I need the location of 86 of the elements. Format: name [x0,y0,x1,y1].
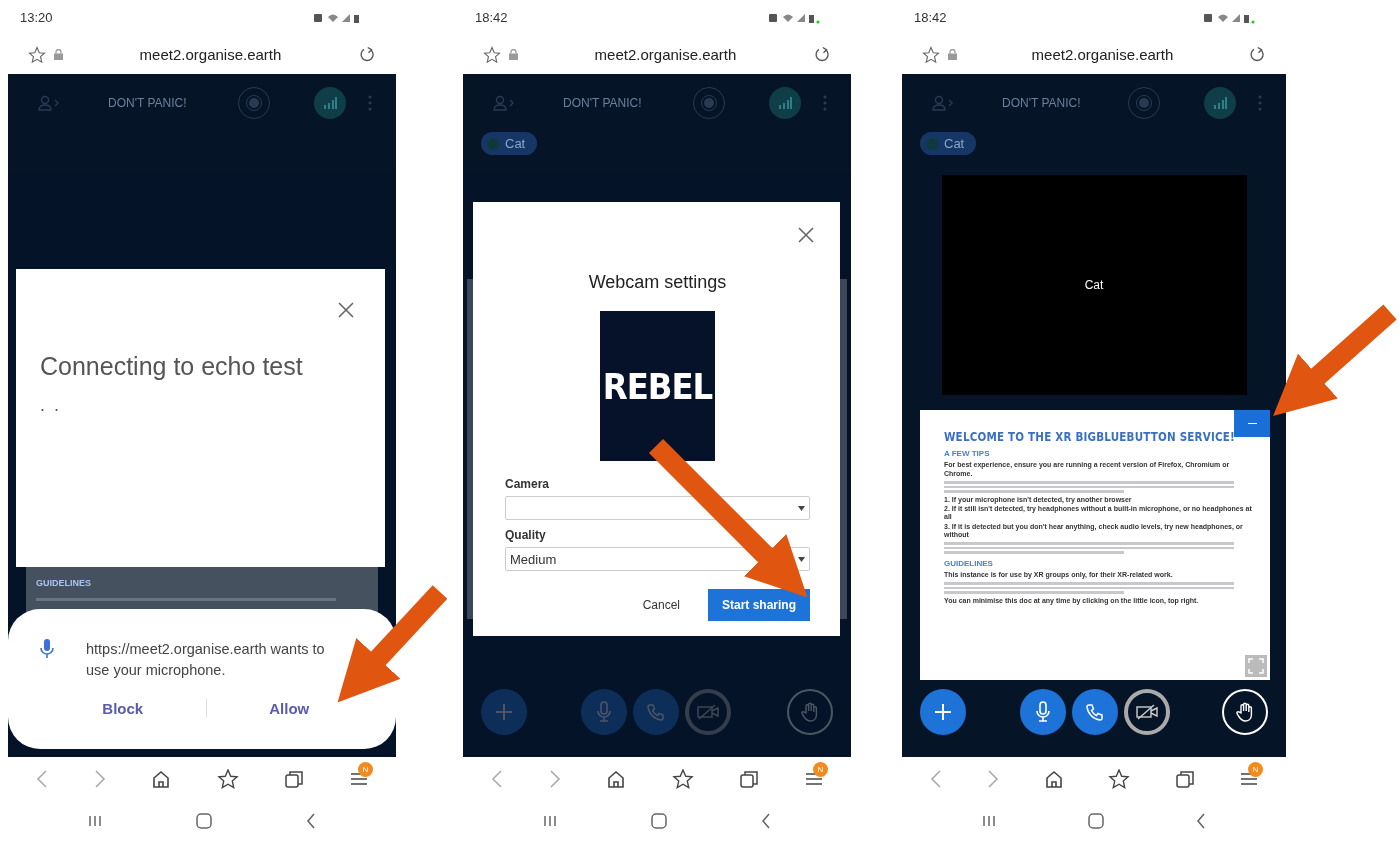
quality-select[interactable]: Medium [505,547,810,572]
status-time: 13:20 [20,10,53,26]
plus-icon [933,701,953,722]
phone-icon [1086,702,1104,721]
mic-button[interactable] [1020,688,1066,735]
connection-button[interactable] [314,87,346,120]
home-button-icon[interactable] [196,813,212,830]
doc-heading: GUIDELINES [36,578,91,589]
logo-text: REBEL [602,365,713,407]
tabs-icon[interactable] [284,769,305,790]
bookmark-star-icon[interactable] [671,769,694,790]
start-sharing-button[interactable]: Start sharing [708,589,810,622]
camera-off-icon [1136,703,1158,720]
camera-select[interactable] [505,496,810,521]
star-icon[interactable] [922,45,940,64]
notification-badge: N [1248,762,1263,778]
status-time: 18:42 [914,10,947,26]
notification-badge: N [357,762,373,778]
menu-icon[interactable] [804,772,823,787]
tabs-icon[interactable] [1175,769,1196,790]
url-text[interactable]: meet2.organise.earth [71,46,350,64]
phone-button[interactable] [1072,688,1118,735]
minimize-button[interactable] [1234,410,1270,438]
cancel-button[interactable]: Cancel [636,597,686,614]
doc-heading: A FEW TIPS [944,449,991,459]
microphone-icon [40,639,54,660]
reload-icon[interactable] [358,45,376,64]
lock-icon [948,49,957,61]
user-chip[interactable]: Cat [920,132,977,156]
participant-name: Cat [1084,278,1104,293]
home-icon[interactable] [151,769,172,790]
home-button-icon[interactable] [1088,813,1104,830]
tabs-icon[interactable] [739,769,760,790]
hand-icon [1236,701,1254,722]
dialog-title: Webcam settings [587,272,728,294]
recent-apps-icon[interactable] [982,815,996,828]
back-icon[interactable] [761,813,771,830]
reload-icon[interactable] [1248,45,1266,64]
status-icons [1204,11,1256,24]
close-icon[interactable] [338,302,354,319]
status-icons [769,11,821,24]
modal-title: Connecting to echo test [40,352,304,382]
doc-heading: GUIDELINES [944,558,994,568]
signal-icon [1213,97,1227,110]
signal-icon [778,97,792,110]
hand-button[interactable] [1222,688,1268,735]
back-icon[interactable] [1196,813,1206,830]
menu-icon[interactable] [1240,772,1258,787]
signal-icon [323,97,337,110]
meeting-title: DON'T PANIC! [563,96,643,111]
prompt-button[interactable]: Block [40,695,206,721]
loading-dots: . . [40,395,62,417]
lock-icon [509,49,518,61]
prompt-message: https://meet2.organise.earth wants to use your microphone. [86,640,326,680]
connection-button[interactable] [1204,87,1236,120]
home-icon[interactable] [606,769,627,790]
field-label: Camera [505,477,551,492]
plus-button[interactable] [920,688,966,735]
home-button-icon[interactable] [651,813,667,830]
field-label: Quality [505,528,547,543]
meeting-title: DON'T PANIC! [1002,96,1082,111]
star-icon[interactable] [28,45,46,64]
recent-apps-icon[interactable] [543,815,557,828]
bookmark-star-icon[interactable] [1108,769,1131,790]
camera-button[interactable] [1124,688,1170,735]
notification-badge: N [812,762,828,778]
url-text[interactable]: meet2.organise.earth [965,46,1240,64]
star-icon[interactable] [483,45,501,64]
recent-apps-icon[interactable] [88,815,102,828]
meeting-title: DON'T PANIC! [108,96,188,111]
status-time: 18:42 [475,10,508,26]
back-icon[interactable] [306,813,316,830]
caret-icon [798,556,805,562]
prompt-button[interactable]: Allow [206,695,372,721]
menu-icon[interactable] [349,772,368,787]
bookmark-star-icon[interactable] [216,769,239,790]
connection-button[interactable] [769,87,801,120]
caret-icon [798,505,805,511]
microphone-icon [1034,700,1052,723]
reload-icon[interactable] [813,45,831,64]
home-icon[interactable] [1043,769,1064,790]
doc-title: WELCOME TO THE XR BIGBLUEBUTTON SERVICE! [944,430,1236,445]
url-text[interactable]: meet2.organise.earth [526,46,805,64]
close-icon[interactable] [798,227,814,244]
user-chip[interactable]: Cat [481,132,538,156]
lock-icon [54,49,63,61]
